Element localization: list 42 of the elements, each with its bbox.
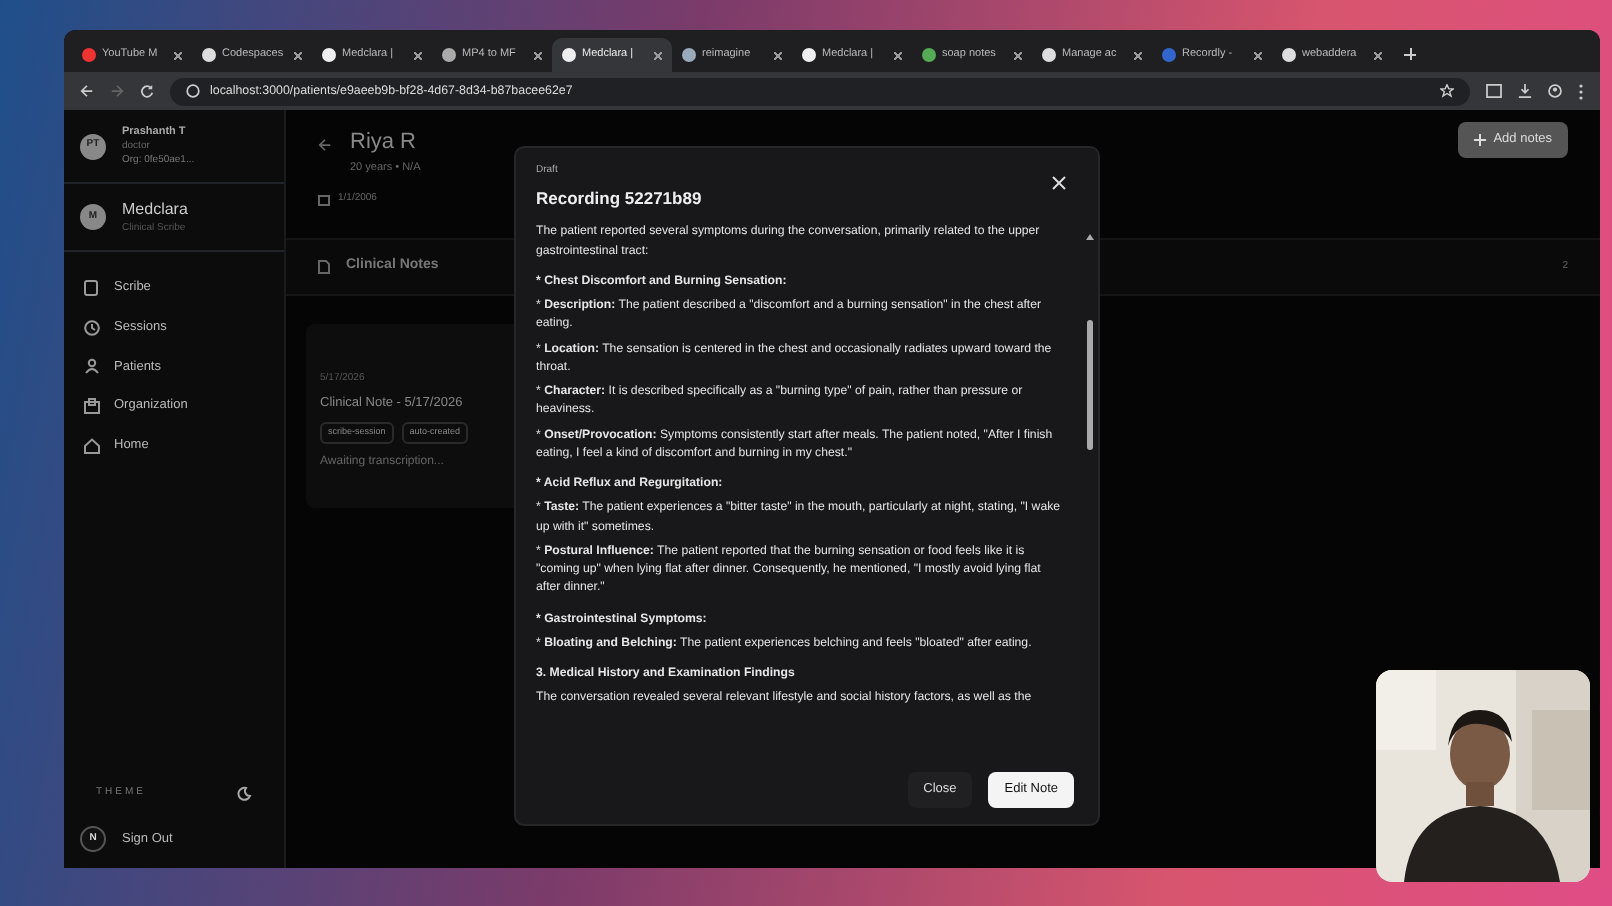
tab-close-icon[interactable] — [294, 51, 302, 59]
tab-close-icon[interactable] — [414, 51, 422, 59]
reload-icon[interactable] — [140, 84, 154, 98]
document-icon — [84, 279, 100, 296]
site-icon — [442, 48, 456, 62]
download-icon[interactable] — [1518, 84, 1532, 98]
tab-close-icon[interactable] — [1374, 51, 1382, 59]
tab-close-icon[interactable] — [894, 51, 902, 59]
menu-icon[interactable] — [1578, 83, 1584, 99]
site-icon — [1282, 48, 1296, 62]
tab-close-icon[interactable] — [1134, 51, 1142, 59]
tab-close-icon[interactable] — [174, 51, 182, 59]
person-icon — [84, 358, 100, 375]
home-icon — [84, 437, 100, 454]
site-icon — [322, 48, 336, 62]
tab-close-icon[interactable] — [1014, 51, 1022, 59]
moon-icon[interactable] — [236, 786, 252, 802]
site-icon — [1162, 48, 1176, 62]
site-info-icon[interactable] — [186, 84, 200, 98]
site-icon — [1042, 48, 1056, 62]
plus-icon — [1473, 133, 1486, 146]
site-icon — [202, 48, 216, 62]
back-icon[interactable] — [318, 138, 332, 152]
close-icon[interactable] — [1052, 176, 1066, 190]
site-icon — [82, 48, 96, 62]
patient-name: Riya R — [350, 128, 419, 158]
tab-close-icon[interactable] — [654, 51, 662, 59]
new-tab-icon[interactable] — [1404, 48, 1416, 60]
profile-icon[interactable] — [1548, 84, 1562, 98]
building-icon — [84, 398, 100, 415]
star-icon[interactable] — [1440, 84, 1454, 98]
app-name: Medclara — [122, 200, 188, 222]
site-icon — [922, 48, 936, 62]
dialog-title: Recording 52271b89 — [536, 185, 702, 211]
clock-icon — [84, 319, 100, 336]
site-icon — [682, 48, 696, 62]
tab-close-icon[interactable] — [534, 51, 542, 59]
site-icon — [802, 48, 816, 62]
site-icon — [562, 48, 576, 62]
document-icon — [318, 260, 330, 274]
tab-close-icon[interactable] — [774, 51, 782, 59]
tab-close-icon[interactable] — [1254, 51, 1262, 59]
